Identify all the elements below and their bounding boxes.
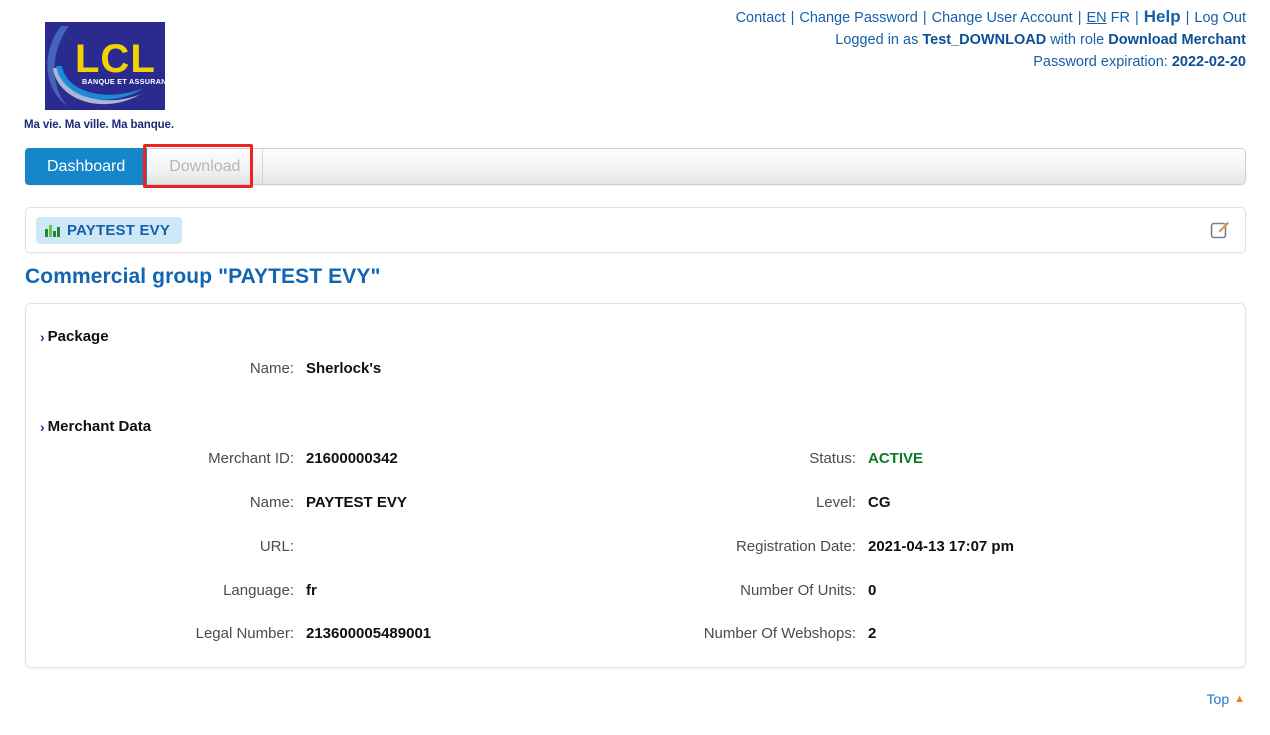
field-value-registration-date: 2021-04-13 17:07 pm [868, 538, 1014, 555]
password-expiration: Password expiration: 2022-02-20 [736, 51, 1246, 73]
tab-download[interactable]: Download [147, 149, 264, 184]
contact-link[interactable]: Contact [736, 10, 786, 26]
logged-in-prefix: Logged in as [835, 32, 919, 48]
change-user-account-link[interactable]: Change User Account [932, 10, 1073, 26]
separator-1: | [790, 10, 795, 26]
lang-fr-link[interactable]: FR [1111, 10, 1130, 26]
triangle-up-icon: ▲ [1234, 692, 1245, 705]
field-value-number-of-units: 0 [868, 582, 877, 599]
field-label-merchant-id: Merchant ID: [208, 450, 294, 467]
field-value-package-name: Sherlock's [306, 360, 382, 377]
password-expiration-label: Password expiration: [1033, 54, 1168, 70]
lcl-logo: LCL BANQUE ET ASSURANCE [45, 22, 165, 110]
page-header: LCL BANQUE ET ASSURANCE Ma vie. Ma ville… [0, 0, 1270, 145]
back-to-top-link[interactable]: Top ▲ [1207, 691, 1245, 707]
table-row: Merchant ID: 21600000342 [44, 450, 398, 467]
tab-download-label: Download [169, 157, 241, 175]
svg-text:BANQUE ET ASSURANCE: BANQUE ET ASSURANCE [82, 77, 165, 86]
tab-dashboard-label: Dashboard [47, 157, 126, 175]
field-value-level: CG [868, 494, 891, 511]
tab-dashboard[interactable]: Dashboard [25, 148, 148, 185]
chevron-right-icon: › [40, 418, 45, 435]
edit-square-icon[interactable] [1207, 217, 1233, 243]
separator-5: | [1185, 10, 1190, 26]
field-label-legal-number: Legal Number: [195, 625, 294, 642]
table-row: Level: CG [586, 494, 891, 511]
bar-chart-icon [45, 223, 60, 237]
field-value-merchant-name: PAYTEST EVY [306, 494, 407, 511]
lang-en-link[interactable]: EN [1086, 10, 1106, 26]
lcl-logo-graphic: LCL BANQUE ET ASSURANCE [45, 22, 165, 110]
page-title: Commercial group "PAYTEST EVY" [25, 265, 381, 288]
header-links-row1: Contact | Change Password | Change User Acco… [736, 6, 1246, 29]
main-tabbar: Dashboard Download [25, 148, 1246, 185]
header-links: Contact | Change Password | Change User Acco… [736, 6, 1246, 73]
field-label-language: Language: [223, 582, 294, 599]
commercial-group-bar: PAYTEST EVY [25, 207, 1246, 253]
commercial-group-badge[interactable]: PAYTEST EVY [36, 216, 183, 244]
logged-in-mid: with role [1050, 32, 1105, 48]
table-row: Status: ACTIVE [586, 450, 923, 467]
field-label-level: Level: [815, 494, 856, 511]
table-row: Name: PAYTEST EVY [44, 494, 407, 511]
section-heading-package-label: Package [47, 328, 109, 345]
section-heading-merchant-data[interactable]: › Merchant Data [40, 418, 151, 435]
field-value-number-of-webshops: 2 [868, 625, 877, 642]
help-link[interactable]: Help [1144, 7, 1181, 26]
field-label-status: Status: [809, 450, 856, 467]
field-value-legal-number: 213600005489001 [306, 625, 432, 642]
field-label-number-of-units: Number Of Units: [740, 582, 856, 599]
field-label-number-of-webshops: Number Of Webshops: [703, 625, 856, 642]
separator-2: | [922, 10, 927, 26]
table-row: Number Of Webshops: 2 [586, 625, 877, 642]
brand-block: LCL BANQUE ET ASSURANCE Ma vie. Ma ville… [24, 22, 214, 131]
table-row: Registration Date: 2021-04-13 17:07 pm [586, 538, 1014, 555]
svg-text:LCL: LCL [75, 37, 156, 81]
details-card: › Package Name: Sherlock's › Merchant Da… [25, 303, 1246, 668]
section-heading-merchant-data-label: Merchant Data [47, 418, 152, 435]
table-row: URL: [44, 538, 306, 555]
field-label-package-name: Name: [249, 360, 294, 377]
field-value-language: fr [306, 582, 317, 599]
logout-link[interactable]: Log Out [1194, 10, 1246, 26]
field-label-registration-date: Registration Date: [735, 538, 856, 555]
logged-in-role: Download Merchant [1108, 32, 1246, 48]
field-value-merchant-id: 21600000342 [306, 450, 398, 467]
back-to-top-label: Top [1206, 691, 1230, 707]
field-label-url: URL: [259, 538, 294, 555]
field-label-merchant-name: Name: [249, 494, 294, 511]
table-row: Language: fr [44, 582, 317, 599]
logged-in-username: Test_DOWNLOAD [922, 32, 1047, 48]
brand-slogan: Ma vie. Ma ville. Ma banque. [24, 119, 174, 131]
status-badge: ACTIVE [868, 450, 924, 467]
chevron-right-icon: › [40, 328, 45, 345]
section-heading-package[interactable]: › Package [40, 328, 109, 345]
table-row: Legal Number: 213600005489001 [44, 625, 432, 642]
separator-3: | [1077, 10, 1082, 26]
separator-4: | [1135, 10, 1139, 26]
page-root: LCL BANQUE ET ASSURANCE Ma vie. Ma ville… [0, 0, 1270, 735]
change-password-link[interactable]: Change Password [799, 10, 918, 26]
table-row: Number Of Units: 0 [586, 582, 876, 599]
commercial-group-badge-label: PAYTEST EVY [67, 221, 171, 239]
password-expiration-value: 2022-02-20 [1171, 54, 1246, 70]
logged-in-status: Logged in as Test_DOWNLOAD with role Dow… [736, 29, 1246, 51]
field-row: Name: Sherlock's [44, 360, 381, 377]
